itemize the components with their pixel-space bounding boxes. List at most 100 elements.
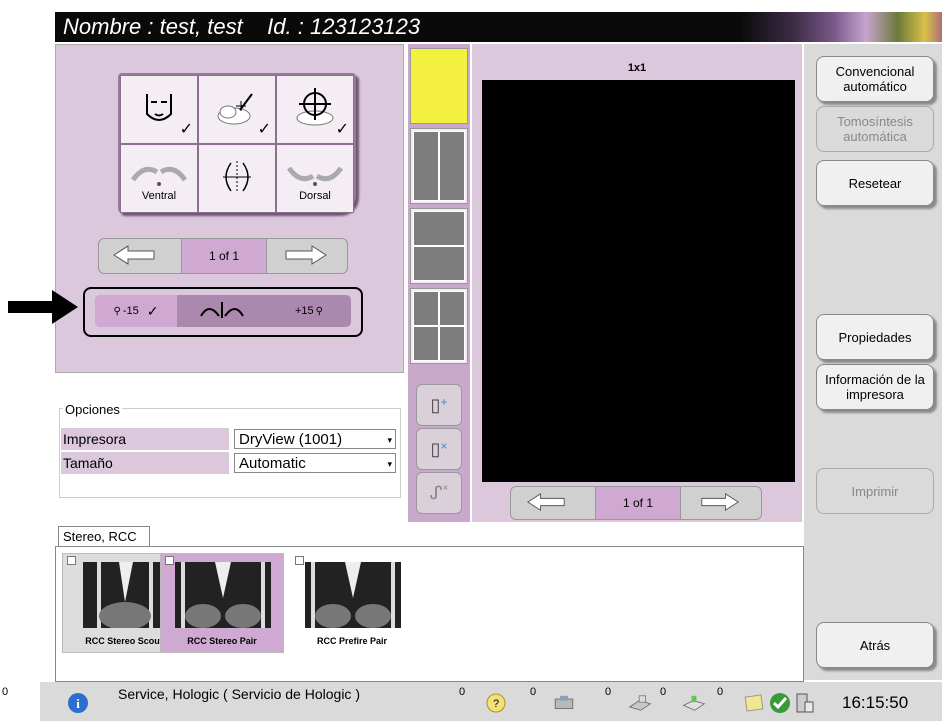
patient-name-id: Nombre : test, test Id. : 123123123: [63, 14, 421, 39]
annotation-tool-grid: ✓ ✓ ✓ Ventral Dorsal: [118, 73, 356, 213]
tube-right-icon: ⚲: [315, 305, 323, 317]
pointer-arrow-icon: [8, 290, 78, 327]
xray-thumbnail-image: [83, 562, 167, 630]
status-ok-icon: [768, 692, 792, 714]
size-value: Automatic: [239, 455, 306, 472]
size-label: Tamaño: [61, 452, 229, 474]
layout-2x2-button[interactable]: [410, 288, 468, 364]
tools-panel: ✓ ✓ ✓ Ventral Dorsal 1 of 1 ⚲ -15 ✓ +15 …: [55, 44, 404, 373]
status-count: 0: [530, 686, 537, 698]
layout-1x2-button[interactable]: [410, 128, 468, 204]
page-indicator: 1 of 1: [595, 487, 681, 519]
tool-pager: 1 of 1: [98, 238, 348, 274]
clear-breast-button[interactable]: ᔑ×: [416, 472, 462, 514]
angle-zero-button[interactable]: [179, 295, 265, 327]
thumbnail-checkbox[interactable]: [295, 556, 304, 565]
thumbnail-item[interactable]: RCC Stereo Pair: [160, 553, 284, 653]
printer-label: Impresora: [61, 428, 229, 450]
face-tool-button[interactable]: ✓: [120, 75, 198, 144]
svg-text:?: ?: [493, 698, 499, 710]
cloud-pencil-tool-button[interactable]: ✓: [198, 75, 276, 144]
angle-minus-15-button[interactable]: ⚲ -15 ✓: [95, 295, 177, 327]
size-row: Tamaño Automatic ▾: [61, 452, 396, 474]
ventral-tool-button[interactable]: Ventral: [120, 144, 198, 213]
properties-button[interactable]: Propiedades: [816, 314, 934, 360]
alert-count: 0: [2, 686, 9, 698]
conventional-auto-button[interactable]: Convencional automático: [816, 56, 934, 102]
tube-left-icon: ⚲: [113, 305, 121, 317]
xray-thumbnail-image: [175, 562, 271, 628]
page-next-button[interactable]: [685, 487, 755, 519]
print-button[interactable]: Imprimir: [816, 468, 934, 514]
printer-value: DryView (1001): [239, 431, 343, 448]
status-count: 0: [459, 686, 466, 698]
status-count: 0: [717, 686, 724, 698]
page-add-icon: ▯+: [430, 394, 448, 415]
patient-header: Nombre : test, test Id. : 123123123: [55, 12, 942, 42]
target-crosshair-icon: [292, 86, 338, 133]
detector-icon[interactable]: [552, 692, 576, 714]
layout-label: 1x1: [627, 62, 647, 74]
thumbnail-checkbox[interactable]: [165, 556, 174, 565]
dorsal-tool-button[interactable]: Dorsal: [276, 144, 354, 213]
tool-next-button[interactable]: [271, 239, 341, 273]
back-button[interactable]: Atrás: [816, 622, 934, 668]
angle-plus-15-label: +15: [295, 305, 314, 317]
symmetry-icon: [217, 159, 257, 198]
printer-select[interactable]: DryView (1001) ▾: [234, 429, 396, 449]
arrow-right-icon: [698, 492, 742, 515]
action-panel: Convencional automático Tomosíntesis aut…: [804, 44, 942, 680]
breast-clear-icon: ᔑ×: [429, 482, 449, 503]
thumbnail-item[interactable]: RCC Prefire Pair: [290, 553, 414, 653]
arrow-left-icon: [524, 492, 568, 515]
tool-prev-button[interactable]: [99, 239, 169, 273]
options-panel: Opciones Impresora DryView (1001) ▾ Tama…: [55, 400, 402, 500]
target-tool-button[interactable]: ✓: [276, 75, 354, 144]
status-bar: 0 i Service, Hologic ( Servicio de Holog…: [2, 682, 942, 721]
print-preview-area: 1x1 1 of 1: [472, 44, 802, 522]
network-printer-icon[interactable]: [628, 692, 652, 714]
status-count: 0: [605, 686, 612, 698]
tool-page-indicator: 1 of 1: [181, 239, 267, 273]
reset-button[interactable]: Resetear: [816, 160, 934, 206]
arrow-left-icon: [112, 244, 156, 269]
thumbnail-checkbox[interactable]: [67, 556, 76, 565]
tomo-auto-button[interactable]: Tomosíntesis automática: [816, 106, 934, 152]
angle-selector: ⚲ -15 ✓ +15 ⚲: [95, 295, 351, 327]
symmetry-arc-icon: [197, 300, 247, 323]
angle-plus-15-button[interactable]: +15 ⚲: [267, 295, 351, 327]
chevron-down-icon: ▾: [387, 459, 392, 469]
angle-selector-outline: ⚲ -15 ✓ +15 ⚲: [83, 287, 363, 337]
size-select[interactable]: Automatic ▾: [234, 453, 396, 473]
chevron-down-icon: ▾: [387, 435, 392, 445]
arrow-right-icon: [284, 244, 328, 269]
check-icon: ✓: [335, 121, 349, 138]
symmetry-tool-button[interactable]: [198, 144, 276, 213]
angle-minus-15-label: -15: [122, 305, 139, 317]
layout-1x1-button[interactable]: [410, 48, 468, 124]
face-icon: [139, 88, 179, 131]
help-icon[interactable]: ?: [484, 692, 508, 714]
page-prev-button[interactable]: [511, 487, 581, 519]
status-message: Service, Hologic ( Servicio de Hologic ): [118, 686, 360, 702]
notes-icon[interactable]: [742, 692, 766, 714]
info-icon[interactable]: i: [66, 692, 90, 714]
layout-2x1-button[interactable]: [410, 208, 468, 284]
xray-thumbnail-image: [305, 562, 401, 628]
add-page-button[interactable]: ▯+: [416, 384, 462, 426]
storage-device-icon[interactable]: [682, 692, 706, 714]
printer-info-button[interactable]: Información de la impresora: [816, 364, 934, 410]
thumbnail-caption: RCC Prefire Pair: [316, 636, 388, 646]
printer-row: Impresora DryView (1001) ▾: [61, 428, 396, 450]
thumbnail-strip: RCC Stereo Scout RCC Stereo Pair RCC Pre…: [55, 546, 804, 682]
ventral-label: Ventral: [141, 190, 177, 202]
page-delete-icon: ▯×: [430, 438, 448, 459]
system-device-icon[interactable]: [792, 692, 816, 714]
dorsal-label: Dorsal: [299, 190, 331, 202]
tab-stereo-rcc[interactable]: Stereo, RCC: [58, 526, 150, 546]
check-icon: ✓: [179, 121, 193, 138]
options-legend: Opciones: [63, 402, 122, 417]
check-icon: ✓: [146, 302, 159, 319]
print-preview-canvas[interactable]: [482, 80, 795, 482]
delete-page-button[interactable]: ▯×: [416, 428, 462, 470]
